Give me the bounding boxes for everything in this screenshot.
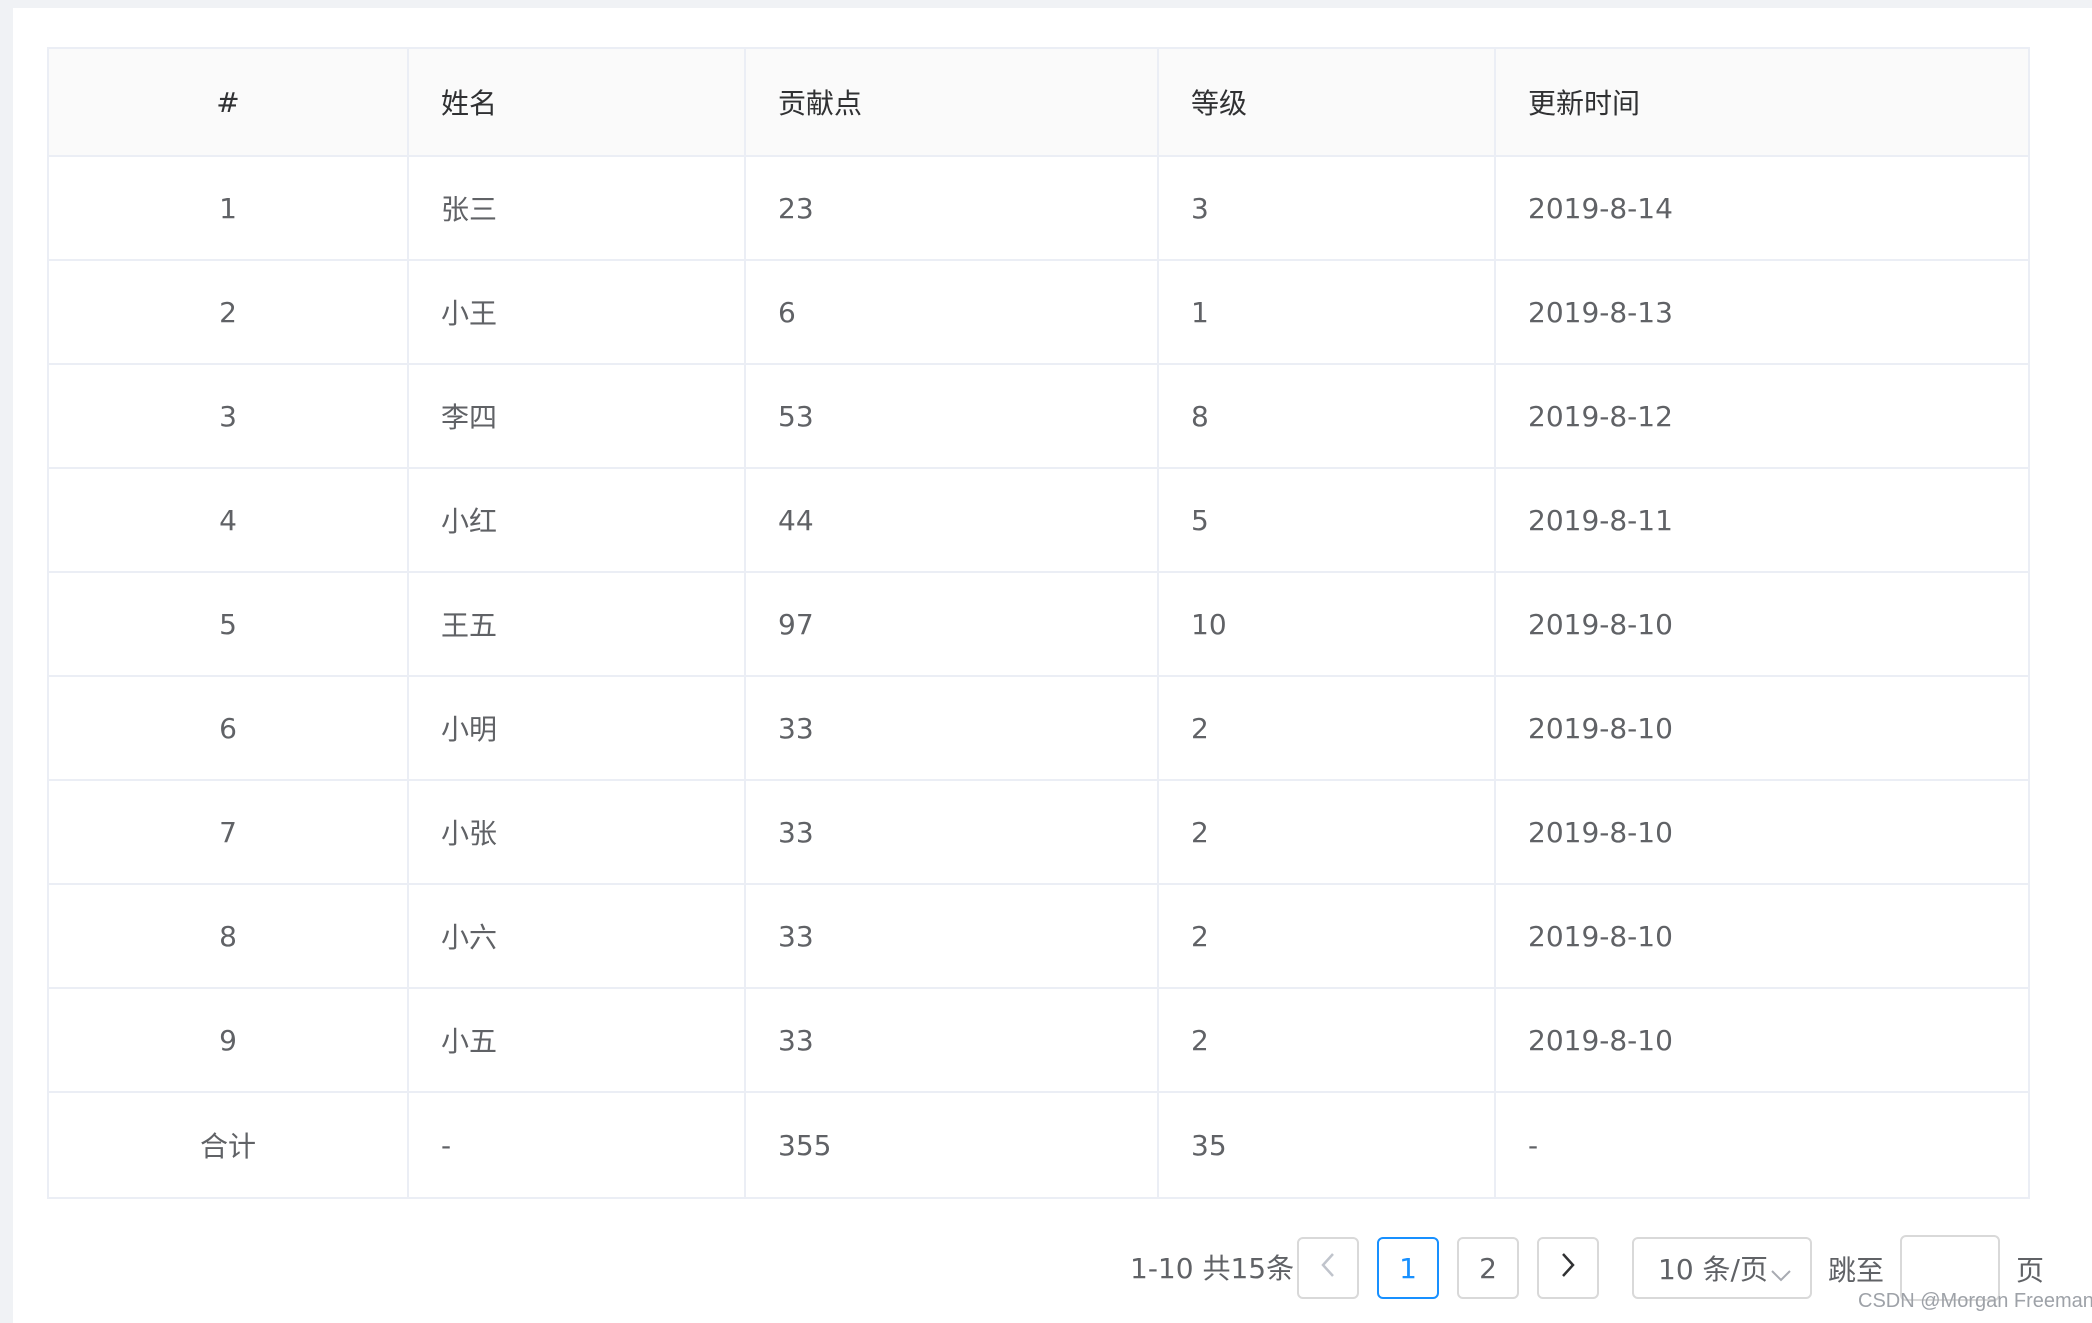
cell-name: 王五 bbox=[409, 573, 746, 675]
table-summary-row: 合计 - 355 35 - bbox=[49, 1093, 2028, 1197]
cell-contribution: 97 bbox=[746, 573, 1159, 675]
table-row: 8 小六 33 2 2019-8-10 bbox=[49, 885, 2028, 989]
page-size-select[interactable]: 10 条/页 bbox=[1632, 1237, 1812, 1299]
cell-index: 6 bbox=[49, 677, 409, 779]
data-table: # 姓名 贡献点 等级 更新时间 1 张三 23 3 2019-8-14 2 小… bbox=[47, 47, 2030, 1199]
cell-contribution: 53 bbox=[746, 365, 1159, 467]
cell-contribution: 23 bbox=[746, 157, 1159, 259]
pagination-total: 1-10 共15条 bbox=[1130, 1252, 1295, 1285]
summary-updated-time: - bbox=[1528, 1128, 1539, 1162]
table-row: 4 小红 44 5 2019-8-11 bbox=[49, 469, 2028, 573]
cell-level: 2 bbox=[1159, 781, 1496, 883]
cell-index: 4 bbox=[49, 469, 409, 571]
cell-contribution: 44 bbox=[746, 469, 1159, 571]
cell-updated-time: 2019-8-10 bbox=[1528, 1023, 1673, 1057]
next-page-button[interactable] bbox=[1537, 1237, 1599, 1299]
cell-updated-time: 2019-8-14 bbox=[1528, 191, 1673, 225]
cell-level: 2 bbox=[1159, 989, 1496, 1091]
table-header-row: # 姓名 贡献点 等级 更新时间 bbox=[49, 49, 2028, 157]
table-row: 2 小王 6 1 2019-8-13 bbox=[49, 261, 2028, 365]
cell-index: 1 bbox=[49, 157, 409, 259]
cell-name: 小五 bbox=[409, 989, 746, 1091]
cell-level: 3 bbox=[1159, 157, 1496, 259]
cell-name: 小六 bbox=[409, 885, 746, 987]
summary-name: - bbox=[409, 1093, 746, 1197]
cell-contribution: 33 bbox=[746, 677, 1159, 779]
cell-index: 2 bbox=[49, 261, 409, 363]
cell-index: 9 bbox=[49, 989, 409, 1091]
cell-name: 张三 bbox=[409, 157, 746, 259]
table-row: 5 王五 97 10 2019-8-10 bbox=[49, 573, 2028, 677]
column-header-contribution: 贡献点 bbox=[746, 49, 1159, 155]
cell-level: 2 bbox=[1159, 885, 1496, 987]
table-row: 1 张三 23 3 2019-8-14 bbox=[49, 157, 2028, 261]
table-row: 3 李四 53 8 2019-8-12 bbox=[49, 365, 2028, 469]
cell-updated-time: 2019-8-10 bbox=[1528, 919, 1673, 953]
cell-index: 8 bbox=[49, 885, 409, 987]
column-header-updated-time: 更新时间 bbox=[1528, 87, 1641, 120]
cell-level: 2 bbox=[1159, 677, 1496, 779]
cell-level: 10 bbox=[1159, 573, 1496, 675]
cell-name: 李四 bbox=[409, 365, 746, 467]
cell-level: 1 bbox=[1159, 261, 1496, 363]
cell-updated-time: 2019-8-10 bbox=[1528, 607, 1673, 641]
table-row: 7 小张 33 2 2019-8-10 bbox=[49, 781, 2028, 885]
prev-page-button[interactable] bbox=[1297, 1237, 1359, 1299]
pagination: 1-10 共15条 1 2 10 条/页 跳至 页 bbox=[0, 1235, 2092, 1301]
cell-contribution: 33 bbox=[746, 885, 1159, 987]
cell-updated-time: 2019-8-10 bbox=[1528, 711, 1673, 745]
cell-name: 小王 bbox=[409, 261, 746, 363]
cell-contribution: 6 bbox=[746, 261, 1159, 363]
cell-index: 5 bbox=[49, 573, 409, 675]
summary-contribution-total: 355 bbox=[746, 1093, 1159, 1197]
column-header-level: 等级 bbox=[1159, 49, 1496, 155]
chevron-down-icon bbox=[1770, 1257, 1792, 1290]
column-header-index: # bbox=[49, 49, 409, 155]
cell-updated-time: 2019-8-10 bbox=[1528, 815, 1673, 849]
cell-index: 7 bbox=[49, 781, 409, 883]
page-2-button[interactable]: 2 bbox=[1457, 1237, 1519, 1299]
chevron-left-icon bbox=[1320, 1252, 1336, 1285]
cell-level: 8 bbox=[1159, 365, 1496, 467]
summary-label: 合计 bbox=[49, 1093, 409, 1197]
column-header-name: 姓名 bbox=[409, 49, 746, 155]
cell-name: 小明 bbox=[409, 677, 746, 779]
cell-name: 小红 bbox=[409, 469, 746, 571]
cell-updated-time: 2019-8-13 bbox=[1528, 295, 1673, 329]
cell-name: 小张 bbox=[409, 781, 746, 883]
watermark: CSDN @Morgan Freeman bbox=[1858, 1290, 2092, 1312]
cell-contribution: 33 bbox=[746, 989, 1159, 1091]
page-size-value: 10 条/页 bbox=[1658, 1253, 1768, 1286]
cell-contribution: 33 bbox=[746, 781, 1159, 883]
cell-index: 3 bbox=[49, 365, 409, 467]
table-row: 9 小五 33 2 2019-8-10 bbox=[49, 989, 2028, 1093]
cell-updated-time: 2019-8-11 bbox=[1528, 503, 1673, 537]
cell-updated-time: 2019-8-12 bbox=[1528, 399, 1673, 433]
table-row: 6 小明 33 2 2019-8-10 bbox=[49, 677, 2028, 781]
page-1-button[interactable]: 1 bbox=[1377, 1237, 1439, 1299]
chevron-right-icon bbox=[1560, 1252, 1576, 1285]
summary-level-total: 35 bbox=[1159, 1093, 1496, 1197]
cell-level: 5 bbox=[1159, 469, 1496, 571]
